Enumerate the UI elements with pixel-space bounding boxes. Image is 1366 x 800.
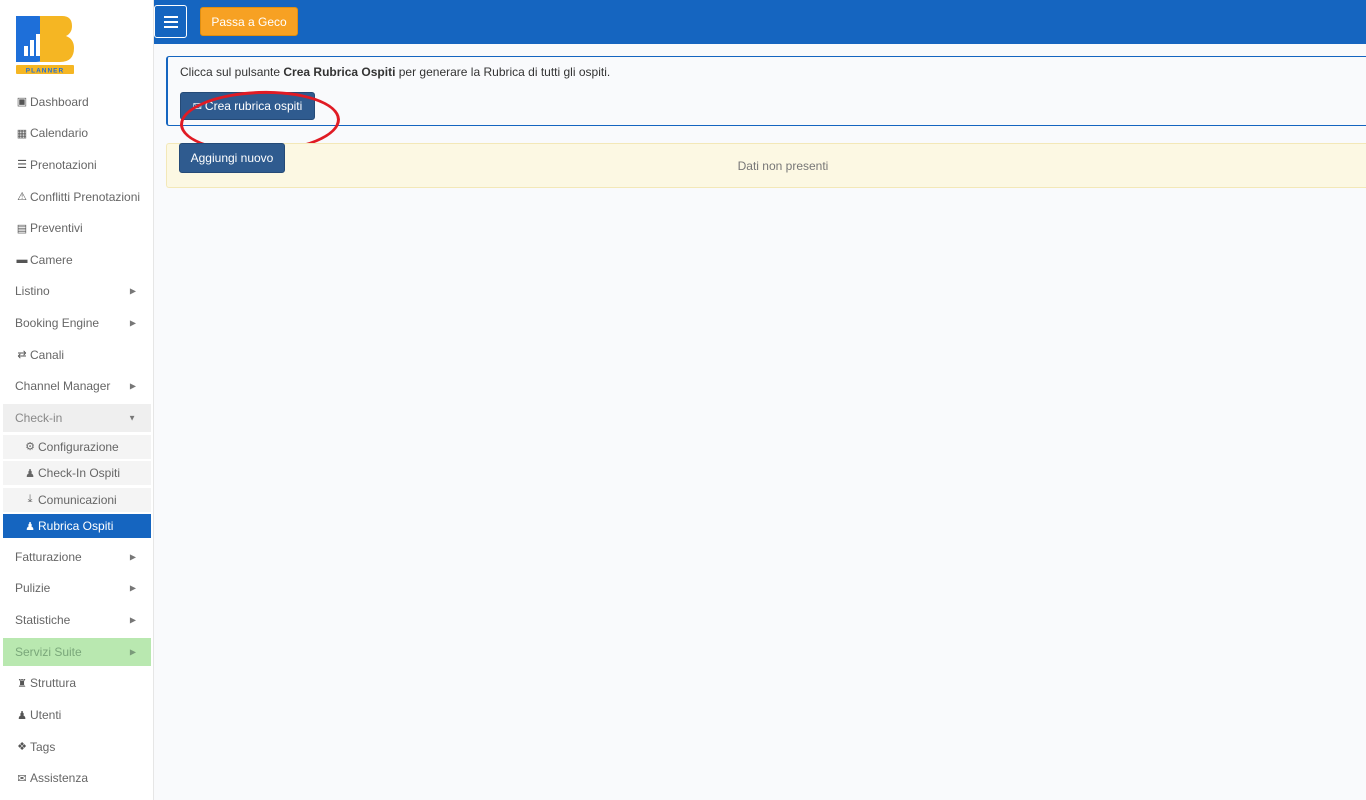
sidebar-item-label: Camere xyxy=(30,252,73,267)
empty-data-panel: Aggiungi nuovo Dati non presenti xyxy=(166,143,1366,188)
empty-state-text: Dati non presenti xyxy=(737,159,829,173)
download-icon: ⤓ xyxy=(27,493,33,506)
tags-icon: ❖ xyxy=(17,741,27,754)
info-suffix: per generare la Rubrica di tutti gli osp… xyxy=(395,65,611,79)
sidebar-item-fatturazione[interactable]: Fatturazione ▶ xyxy=(0,541,154,573)
calendar-icon: ▦ xyxy=(16,127,28,140)
envelope-icon: ✉ xyxy=(17,772,27,785)
sidebar-item-label: Statistiche xyxy=(15,612,71,627)
sidebar-item-label: Booking Engine xyxy=(15,315,100,330)
sidebar-item-struttura[interactable]: ♜ Struttura xyxy=(0,668,154,700)
sidebar-item-servizi-suite[interactable]: Servizi Suite ▶ xyxy=(3,637,151,666)
sidebar-item-calendario[interactable]: ▦ Calendario xyxy=(0,118,154,150)
chevron-right-icon: ▶ xyxy=(129,583,136,593)
sidebar-item-channel-manager[interactable]: Channel Manager ▶ xyxy=(0,370,154,402)
sidebar-item-dashboard[interactable]: ▣ Dashboard xyxy=(0,86,154,118)
sidebar-item-label: Preventivi xyxy=(30,221,83,236)
chevron-right-icon: ▶ xyxy=(129,615,136,625)
passa-a-geco-button[interactable]: Passa a Geco xyxy=(200,7,298,36)
chevron-right-icon: ▶ xyxy=(129,318,136,328)
sidebar-item-label: Dashboard xyxy=(30,94,89,109)
chevron-right-icon: ▶ xyxy=(129,552,136,562)
sidebar-item-label: Fatturazione xyxy=(15,549,82,564)
sidebar-item-label: Check-in xyxy=(15,410,63,425)
sidebar-item-label: Check-In Ospiti xyxy=(38,466,121,481)
chevron-right-icon: ▶ xyxy=(129,381,136,391)
info-text: Clicca sul pulsante Crea Rubrica Ospiti … xyxy=(180,65,610,79)
chevron-right-icon: ▶ xyxy=(129,647,136,657)
sidebar-item-listino[interactable]: Listino ▶ xyxy=(0,276,154,308)
sidebar-item-pulizie[interactable]: Pulizie ▶ xyxy=(0,573,154,605)
sidebar-subitem-check-in-ospiti[interactable]: ♟ Check-In Ospiti xyxy=(3,461,151,486)
sidebar-item-booking-engine[interactable]: Booking Engine ▶ xyxy=(0,307,154,339)
sidebar-item-camere[interactable]: ▬ Camere xyxy=(0,244,154,276)
sidebar-item-preventivi[interactable]: ▤ Preventivi xyxy=(0,212,154,244)
sidebar-item-label: Listino xyxy=(15,284,50,299)
sidebar-item-conflitti[interactable]: ⚠ Conflitti Prenotazioni xyxy=(0,181,154,213)
sidebar-subitem-configurazione[interactable]: ⚙ Configurazione xyxy=(3,434,151,459)
sidebar-item-utenti[interactable]: ♟ Utenti xyxy=(0,699,154,731)
sidebar-item-label: Comunicazioni xyxy=(38,492,117,507)
sidebar-nav: ▣ Dashboard ▦ Calendario ☰ Prenotazioni ⚠ Co… xyxy=(0,86,154,794)
main-content: Clicca sul pulsante Crea Rubrica Ospiti … xyxy=(154,44,1366,800)
crea-button-label: Crea rubrica ospiti xyxy=(204,99,303,113)
sidebar-item-label: Assistenza xyxy=(30,771,89,786)
document-icon: ▤ xyxy=(16,222,28,235)
sidebar-item-label: Tags xyxy=(30,739,56,754)
info-prefix: Clicca sul pulsante xyxy=(180,65,284,79)
bb-planner-logo[interactable]: PLANNER xyxy=(12,12,78,78)
sidebar-item-label: Struttura xyxy=(30,676,77,691)
user-icon: ♟ xyxy=(25,467,35,480)
sidebar-item-label: Rubrica Ospiti xyxy=(38,519,114,534)
user-icon: ♟ xyxy=(25,520,35,533)
chevron-right-icon: ▶ xyxy=(129,286,136,296)
sidebar-item-tags[interactable]: ❖ Tags xyxy=(0,731,154,763)
bed-icon: ▬ xyxy=(16,253,28,266)
sidebar-item-label: Conflitti Prenotazioni xyxy=(30,189,141,204)
sidebar-item-label: Calendario xyxy=(30,126,89,141)
gear-icon: ⚙ xyxy=(25,441,35,454)
chevron-down-icon: ▼ xyxy=(128,413,136,423)
info-bold: Crea Rubrica Ospiti xyxy=(283,65,396,79)
sidebar-subitem-rubrica-ospiti[interactable]: ♟ Rubrica Ospiti xyxy=(3,514,151,539)
sidebar-item-statistiche[interactable]: Statistiche ▶ xyxy=(0,604,154,636)
sidebar-item-label: Servizi Suite xyxy=(15,644,82,659)
file-export-icon: ✉ xyxy=(192,100,202,113)
sidebar-item-canali[interactable]: ⇄ Canali xyxy=(0,339,154,371)
logo-text: PLANNER xyxy=(26,68,64,75)
dashboard-icon: ▣ xyxy=(16,96,28,109)
sidebar-item-label: Canali xyxy=(30,347,65,362)
sidebar-subitem-comunicazioni[interactable]: ⤓ Comunicazioni xyxy=(3,487,151,512)
sidebar-item-check-in[interactable]: Check-in ▼ xyxy=(3,403,151,432)
sidebar-item-label: Channel Manager xyxy=(15,379,111,394)
sidebar-item-label: Utenti xyxy=(30,708,62,723)
menu-toggle-button[interactable] xyxy=(154,5,187,38)
top-bar: Passa a Geco xyxy=(154,0,1366,44)
warning-icon: ⚠ xyxy=(17,191,27,204)
crea-rubrica-ospiti-button[interactable]: ✉ Crea rubrica ospiti xyxy=(180,92,315,120)
building-icon: ♜ xyxy=(17,677,27,690)
user-icon: ♟ xyxy=(17,709,27,722)
shuffle-icon: ⇄ xyxy=(17,349,27,362)
sidebar: PLANNER ▣ Dashboard ▦ Calendario ☰ Prenotaz… xyxy=(0,0,154,800)
sidebar-item-assistenza[interactable]: ✉ Assistenza xyxy=(0,762,154,794)
sidebar-item-label: Configurazione xyxy=(38,439,119,454)
hamburger-icon xyxy=(163,13,178,31)
info-panel: Clicca sul pulsante Crea Rubrica Ospiti … xyxy=(166,56,1366,156)
sidebar-item-label: Pulizie xyxy=(15,581,51,596)
